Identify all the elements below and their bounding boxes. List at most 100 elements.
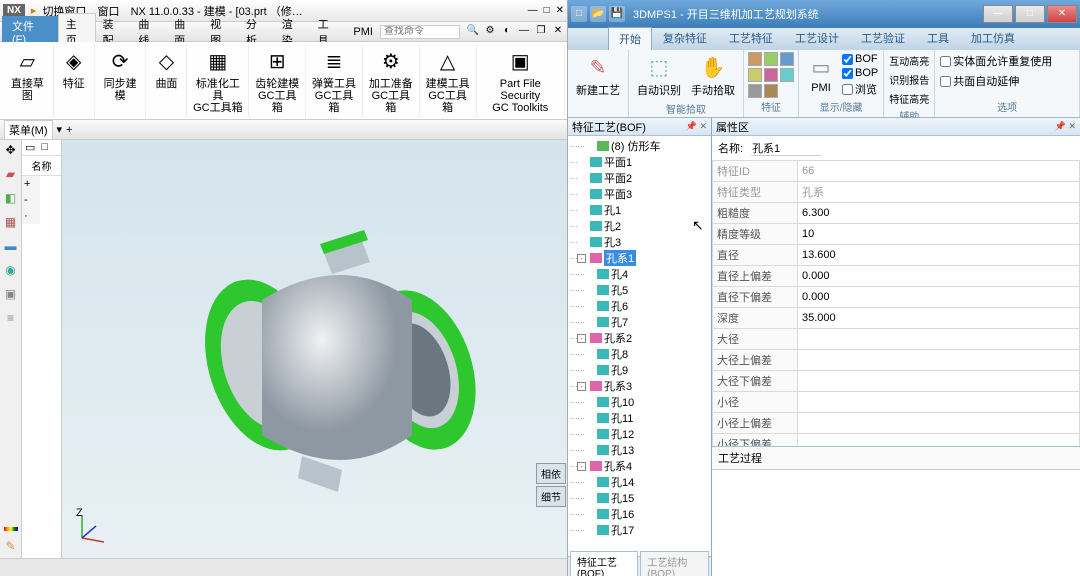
- bof-checkbox[interactable]: BOF: [841, 52, 879, 66]
- rec-report-button[interactable]: 识别报告: [888, 71, 930, 88]
- tree-node[interactable]: ⋯⋯孔11: [570, 410, 709, 426]
- feat-btn-8[interactable]: [764, 84, 778, 98]
- ribbon-item-1[interactable]: ◈特征: [54, 44, 95, 117]
- tool-e-icon[interactable]: ◉: [3, 263, 19, 279]
- tab-design[interactable]: 工艺设计: [784, 26, 850, 50]
- tree-node[interactable]: ⋯⋯孔4: [570, 266, 709, 282]
- toolbar-dropdown-icon[interactable]: ▾: [57, 123, 63, 136]
- tool-h-icon[interactable]: ✎: [3, 539, 19, 555]
- tool-c-icon[interactable]: ▦: [3, 215, 19, 231]
- manual-pick-button[interactable]: ✋手动拾取: [687, 52, 739, 100]
- tree-node[interactable]: ⋯-孔系1: [570, 250, 709, 266]
- tree-node[interactable]: ⋯孔3: [570, 234, 709, 250]
- tool-b-icon[interactable]: ◧: [3, 191, 19, 207]
- process-body[interactable]: [712, 470, 1080, 576]
- tab-verify[interactable]: 工艺验证: [850, 26, 916, 50]
- ribbon-item-4[interactable]: ▦标准化工具GC工具箱: [187, 44, 249, 117]
- qat-save-icon[interactable]: 💾: [609, 6, 625, 22]
- tree-node[interactable]: ⋯-孔系2: [570, 330, 709, 346]
- feat-btn-2[interactable]: [764, 52, 778, 66]
- prop-row[interactable]: 粗糙度6.300: [713, 203, 1080, 224]
- tree-node[interactable]: ⋯⋯孔17: [570, 522, 709, 538]
- prop-row[interactable]: 深度35.000: [713, 308, 1080, 329]
- tab-sim[interactable]: 加工仿真: [960, 26, 1026, 50]
- ribbon-item-6[interactable]: ≣弹簧工具GC工具箱: [306, 44, 363, 117]
- feat-btn-5[interactable]: [764, 68, 778, 82]
- btab-bof[interactable]: 特征工艺(BOF): [570, 551, 638, 576]
- feat-btn-7[interactable]: [748, 84, 762, 98]
- tree-node[interactable]: ⋯⋯孔10: [570, 394, 709, 410]
- maximize-icon[interactable]: □: [544, 5, 550, 16]
- mps-maximize-button[interactable]: □: [1015, 5, 1045, 23]
- prop-row[interactable]: 特征ID66: [713, 161, 1080, 182]
- tree-node[interactable]: ⋯孔1: [570, 202, 709, 218]
- btab-bop[interactable]: 工艺结构(BOP): [640, 551, 709, 576]
- nx-viewport[interactable]: 相依 细节 Z: [62, 140, 567, 558]
- tool-f-icon[interactable]: ▣: [3, 287, 19, 303]
- qat-new-icon[interactable]: □: [571, 6, 587, 22]
- pmi-button[interactable]: ▭PMI: [803, 52, 839, 96]
- tree-node[interactable]: ⋯⋯孔9: [570, 362, 709, 378]
- minimize-icon[interactable]: —: [528, 5, 538, 16]
- tree-tool-2[interactable]: -: [24, 194, 38, 206]
- qat-open-icon[interactable]: 📂: [590, 6, 606, 22]
- mps-close-button[interactable]: ✕: [1047, 5, 1077, 23]
- search-input[interactable]: [380, 25, 460, 39]
- search-icon[interactable]: 🔍: [466, 25, 480, 39]
- tree-node[interactable]: ⋯⋯孔6: [570, 298, 709, 314]
- prop-row[interactable]: 大径: [713, 329, 1080, 350]
- feat-btn-4[interactable]: [748, 68, 762, 82]
- prop-row[interactable]: 小径上偏差: [713, 413, 1080, 434]
- pin-icon[interactable]: 📌 ✕: [686, 121, 707, 132]
- feat-btn-3[interactable]: [780, 52, 794, 66]
- tab-tools[interactable]: 工具: [916, 26, 960, 50]
- entity-reuse-checkbox[interactable]: 实体面允许重复使用: [939, 52, 1053, 70]
- palette-icon[interactable]: [4, 527, 18, 531]
- tree-node[interactable]: ⋯⋯孔13: [570, 442, 709, 458]
- tab-start[interactable]: 开始: [608, 27, 652, 50]
- prop-row[interactable]: 直径下偏差0.000: [713, 287, 1080, 308]
- tool-d-icon[interactable]: ▬: [3, 239, 19, 255]
- tool-g-icon[interactable]: ≡: [3, 311, 19, 327]
- gear-icon[interactable]: ⚙: [483, 25, 497, 39]
- prop-row[interactable]: 小径: [713, 392, 1080, 413]
- close2-icon[interactable]: ✕: [551, 25, 565, 39]
- min2-icon[interactable]: —: [517, 25, 531, 39]
- coplanar-ext-checkbox[interactable]: 共面自动延伸: [939, 72, 1020, 90]
- feat-btn-6[interactable]: [780, 68, 794, 82]
- side-tab-detail[interactable]: 细节: [536, 486, 566, 507]
- feat-btn-1[interactable]: [748, 52, 762, 66]
- tree-node[interactable]: ⋯⋯(8) 仿形车: [570, 138, 709, 154]
- tab-craft[interactable]: 工艺特征: [718, 26, 784, 50]
- toolbar-add-icon[interactable]: +: [66, 124, 72, 136]
- tree-node[interactable]: ⋯⋯孔12: [570, 426, 709, 442]
- prop-row[interactable]: 精度等级10: [713, 224, 1080, 245]
- help-icon[interactable]: ◐: [500, 25, 514, 39]
- ribbon-item-2[interactable]: ⟳同步建模: [95, 44, 147, 117]
- ribbon-item-8[interactable]: △建模工具GC工具箱: [420, 44, 477, 117]
- prop-row[interactable]: 小径下偏差: [713, 434, 1080, 447]
- browse-checkbox[interactable]: 浏览: [841, 80, 879, 98]
- tree-node[interactable]: ⋯⋯孔14: [570, 474, 709, 490]
- tree-tool-3[interactable]: ·: [24, 210, 38, 222]
- bop-checkbox[interactable]: BOP: [841, 66, 879, 80]
- tree-tab2-icon[interactable]: □: [38, 140, 51, 155]
- tree-node[interactable]: ⋯⋯孔7: [570, 314, 709, 330]
- tool-a-icon[interactable]: ▰: [3, 167, 19, 183]
- side-tab-depend[interactable]: 相依: [536, 463, 566, 484]
- new-craft-button[interactable]: ✎新建工艺: [572, 52, 624, 100]
- auto-recognize-button[interactable]: ⬚自动识别: [633, 52, 685, 100]
- feature-tree[interactable]: ⋯⋯(8) 仿形车⋯平面1⋯平面2⋯平面3⋯孔1⋯孔2⋯孔3⋯-孔系1⋯⋯孔4⋯…: [568, 136, 711, 556]
- prop-row[interactable]: 大径上偏差: [713, 350, 1080, 371]
- tree-node[interactable]: ⋯孔2: [570, 218, 709, 234]
- pin2-icon[interactable]: 📌 ✕: [1055, 121, 1076, 132]
- tree-tool-1[interactable]: +: [24, 178, 38, 190]
- restore-icon[interactable]: ❐: [534, 25, 548, 39]
- mps-minimize-button[interactable]: —: [983, 5, 1013, 23]
- hi-inter-button[interactable]: 互动高亮: [888, 52, 930, 69]
- hi-feature-button[interactable]: 特征高亮: [888, 90, 930, 107]
- close-icon[interactable]: ✕: [556, 5, 564, 16]
- toolbar-menu-button[interactable]: 菜单(M): [4, 120, 53, 140]
- tree-node[interactable]: ⋯平面2: [570, 170, 709, 186]
- tree-node[interactable]: ⋯⋯孔8: [570, 346, 709, 362]
